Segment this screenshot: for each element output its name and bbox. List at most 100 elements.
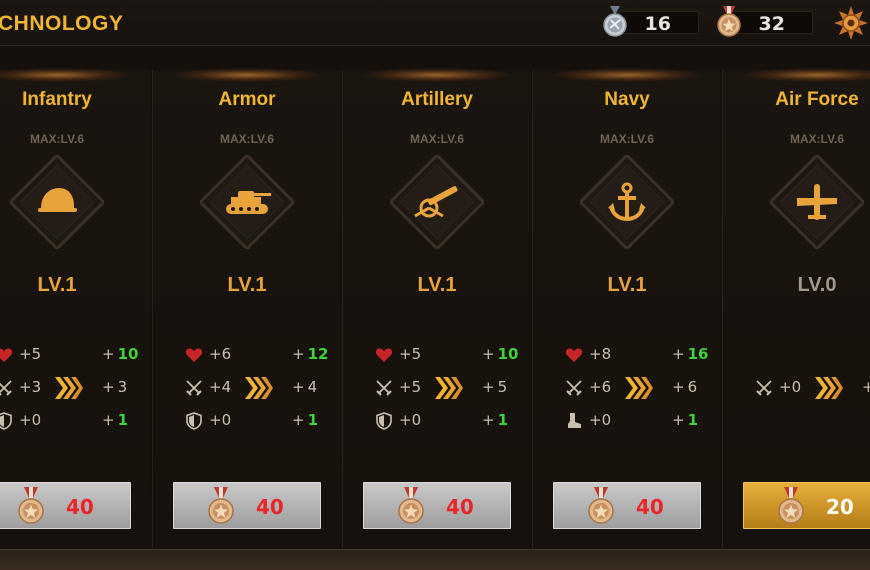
stat-next: +5 [482, 378, 507, 396]
stat-next: +1 [102, 411, 128, 429]
tech-card-air-force: Air Force MAX:LV.6 LV.0 +0 +20 [722, 68, 870, 548]
stat-value: +0 [779, 378, 802, 396]
heart-icon [375, 346, 393, 364]
stat-next-value: 1 [117, 411, 129, 429]
card-glow [173, 68, 321, 82]
plus-sign: + [482, 345, 495, 363]
tank-icon [198, 153, 296, 251]
max-level-label: MAX:LV.6 [219, 132, 274, 146]
top-bar: CHNOLOGY 16 32 [0, 0, 870, 46]
stat-next: +16 [672, 345, 708, 363]
level-label: LV.1 [37, 274, 77, 296]
tech-card-infantry: Infantry MAX:LV.6 LV.1 +5 +10 +3 +3 +0 +1 40 [0, 68, 150, 548]
stat-next-value: 1 [497, 411, 509, 429]
upgrade-arrows-icon [243, 375, 273, 401]
level-label: LV.1 [607, 274, 647, 296]
stat-next-value: 5 [497, 378, 508, 396]
silver-medal-counter: 16 [601, 6, 699, 37]
stat-value: +0 [209, 411, 232, 429]
stat-next-value: 10 [497, 345, 519, 363]
swords-icon [755, 379, 773, 397]
shield-icon [375, 412, 393, 430]
gear-icon[interactable] [833, 5, 869, 41]
stat-value: +5 [399, 378, 422, 396]
upgrade-button[interactable]: 40 [363, 482, 511, 529]
plus-sign: + [102, 411, 115, 429]
stat-next-value: 6 [687, 378, 698, 396]
stat-next-value: 3 [117, 378, 128, 396]
stat-value: +8 [589, 345, 612, 363]
plus-sign: + [102, 345, 115, 363]
card-title: Artillery [401, 89, 473, 110]
stat-next-value: 12 [307, 345, 329, 363]
shield-icon [0, 412, 13, 430]
plus-sign: + [672, 378, 685, 396]
max-level-label: MAX:LV.6 [789, 132, 844, 146]
upgrade-button[interactable]: 20 [743, 482, 870, 529]
plus-sign: + [102, 378, 115, 396]
swords-icon [375, 379, 393, 397]
stat-value: +6 [589, 378, 612, 396]
card-title: Armor [218, 89, 276, 110]
bronze-medal-count: 32 [758, 13, 785, 35]
stat-next: +4 [292, 378, 317, 396]
max-level-label: MAX:LV.6 [599, 132, 654, 146]
tech-card-list: Infantry MAX:LV.6 LV.1 +5 +10 +3 +3 +0 +1 40 Armor… [0, 60, 870, 550]
bronze-medal-icon [206, 487, 236, 525]
stat-next: +3 [102, 378, 127, 396]
stat-next-value: 4 [307, 378, 318, 396]
stat-value: +4 [209, 378, 232, 396]
stat-value: +6 [209, 345, 232, 363]
max-level-label: MAX:LV.6 [29, 132, 84, 146]
stat-next: +12 [292, 345, 328, 363]
heart-icon [565, 346, 583, 364]
helmet-icon [8, 153, 106, 251]
upgrade-arrows-icon [433, 375, 463, 401]
plus-sign: + [292, 345, 305, 363]
stat-value: +5 [19, 345, 42, 363]
upgrade-cost: 40 [636, 495, 664, 519]
silver-medal-count: 16 [644, 13, 671, 35]
stat-value: +3 [19, 378, 42, 396]
bronze-medal-counter: 32 [715, 6, 813, 37]
swords-icon [0, 379, 13, 397]
swords-icon [565, 379, 583, 397]
page-title: CHNOLOGY [0, 12, 124, 35]
stat-next-value: 10 [117, 345, 139, 363]
boot-icon [565, 412, 583, 430]
upgrade-cost: 40 [256, 495, 284, 519]
bronze-medal-icon [396, 487, 426, 525]
tech-card-armor: Armor MAX:LV.6 LV.1 +6 +12 +4 +4 +0 +1 40 [152, 68, 340, 548]
plus-sign: + [672, 345, 685, 363]
plane-icon [768, 153, 866, 251]
upgrade-arrows-icon [813, 375, 843, 401]
cannon-icon [388, 153, 486, 251]
upgrade-button[interactable]: 40 [553, 482, 701, 529]
bronze-medal-icon [586, 487, 616, 525]
stat-next: +6 [672, 378, 697, 396]
stat-next: +1 [292, 411, 318, 429]
stat-value: +5 [399, 345, 422, 363]
stat-next: +10 [102, 345, 138, 363]
swords-icon [185, 379, 203, 397]
upgrade-arrows-icon [53, 375, 83, 401]
upgrade-button[interactable]: 40 [173, 482, 321, 529]
upgrade-cost: 40 [446, 495, 474, 519]
level-label: LV.0 [797, 274, 837, 296]
plus-sign: + [672, 411, 685, 429]
stat-next-value: 1 [687, 411, 699, 429]
upgrade-cost: 40 [66, 495, 94, 519]
stat-next: + [862, 378, 870, 396]
bronze-medal-icon [776, 487, 806, 525]
stat-value: +0 [589, 411, 612, 429]
bronze-medal-icon [717, 6, 741, 37]
level-label: LV.1 [227, 274, 267, 296]
plus-sign: + [482, 378, 495, 396]
bronze-medal-icon [16, 487, 46, 525]
max-level-label: MAX:LV.6 [409, 132, 464, 146]
level-label: LV.1 [417, 274, 457, 296]
upgrade-button[interactable]: 40 [0, 482, 131, 529]
silver-medal-icon [603, 6, 627, 37]
heart-icon [185, 346, 203, 364]
stat-next: +10 [482, 345, 518, 363]
